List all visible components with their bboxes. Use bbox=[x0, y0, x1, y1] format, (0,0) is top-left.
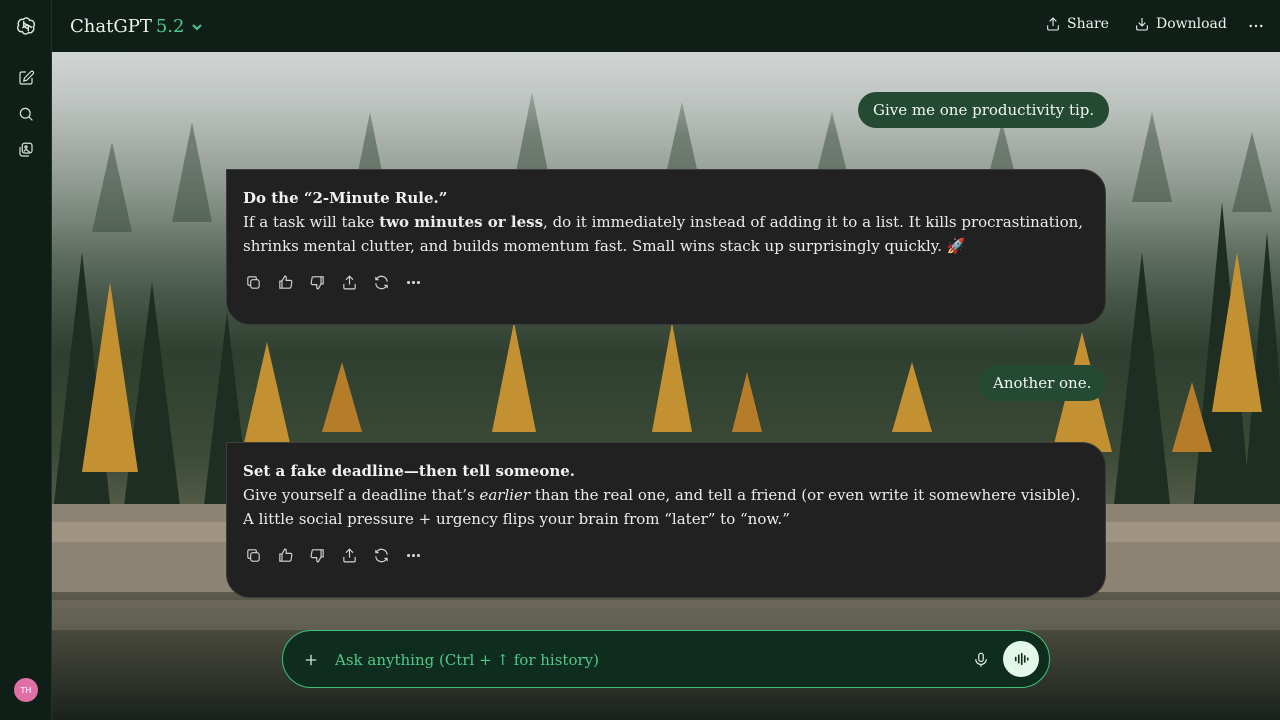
model-name: ChatGPT bbox=[70, 16, 152, 37]
share-icon bbox=[1047, 17, 1059, 31]
download-label: Download bbox=[1156, 16, 1227, 32]
sidebar: TH bbox=[0, 0, 52, 720]
message-body: If a task will take two minutes or less,… bbox=[243, 210, 1089, 258]
message-italic-text: earlier bbox=[479, 486, 531, 504]
search-icon[interactable] bbox=[12, 100, 40, 128]
message-actions bbox=[243, 272, 1089, 292]
more-options-icon[interactable] bbox=[1244, 14, 1268, 38]
share-button[interactable]: Share bbox=[1045, 16, 1109, 32]
voice-waveform-icon bbox=[1014, 652, 1029, 666]
regenerate-icon[interactable] bbox=[371, 272, 391, 292]
composer bbox=[282, 630, 1050, 688]
assistant-message: Set a fake deadline—then tell someone. G… bbox=[226, 442, 1106, 598]
share-icon[interactable] bbox=[339, 272, 359, 292]
model-version: 5.2 bbox=[155, 16, 185, 37]
message-title: Do the “2-Minute Rule.” bbox=[243, 189, 448, 207]
voice-mode-button[interactable] bbox=[1003, 641, 1039, 677]
message-text: If a task will take bbox=[243, 213, 380, 231]
share-icon[interactable] bbox=[339, 545, 359, 565]
model-selector[interactable]: ChatGPT 5.2 bbox=[70, 16, 203, 37]
library-icon[interactable] bbox=[12, 136, 40, 164]
copy-icon[interactable] bbox=[243, 545, 263, 565]
message-text: Give yourself a deadline that’s bbox=[243, 486, 480, 504]
new-chat-icon[interactable] bbox=[12, 64, 40, 92]
openai-logo-icon[interactable] bbox=[12, 12, 40, 40]
more-icon[interactable] bbox=[403, 272, 423, 292]
message-actions bbox=[243, 545, 1089, 565]
thumbs-down-icon[interactable] bbox=[307, 545, 327, 565]
download-button[interactable]: Download bbox=[1134, 16, 1227, 32]
copy-icon[interactable] bbox=[243, 272, 263, 292]
avatar[interactable]: TH bbox=[14, 678, 38, 702]
message-body: Give yourself a deadline that’s earlier … bbox=[243, 483, 1089, 531]
thumbs-up-icon[interactable] bbox=[275, 545, 295, 565]
regenerate-icon[interactable] bbox=[371, 545, 391, 565]
share-label: Share bbox=[1067, 16, 1109, 32]
download-icon bbox=[1136, 18, 1148, 31]
more-icon[interactable] bbox=[403, 545, 423, 565]
thumbs-up-icon[interactable] bbox=[275, 272, 295, 292]
chevron-down-icon bbox=[192, 23, 203, 30]
message-title: Set a fake deadline—then tell someone. bbox=[243, 462, 576, 480]
microphone-icon[interactable] bbox=[969, 648, 993, 672]
header: ChatGPT 5.2 Share Download bbox=[52, 0, 1280, 52]
thumbs-down-icon[interactable] bbox=[307, 272, 327, 292]
message-bold-text: two minutes or less bbox=[379, 213, 544, 231]
user-message: Give me one productivity tip. bbox=[858, 92, 1110, 128]
user-message: Another one. bbox=[978, 365, 1107, 401]
prompt-input[interactable] bbox=[335, 647, 955, 673]
assistant-message: Do the “2-Minute Rule.” If a task will t… bbox=[226, 169, 1106, 325]
plus-icon[interactable] bbox=[299, 648, 323, 672]
